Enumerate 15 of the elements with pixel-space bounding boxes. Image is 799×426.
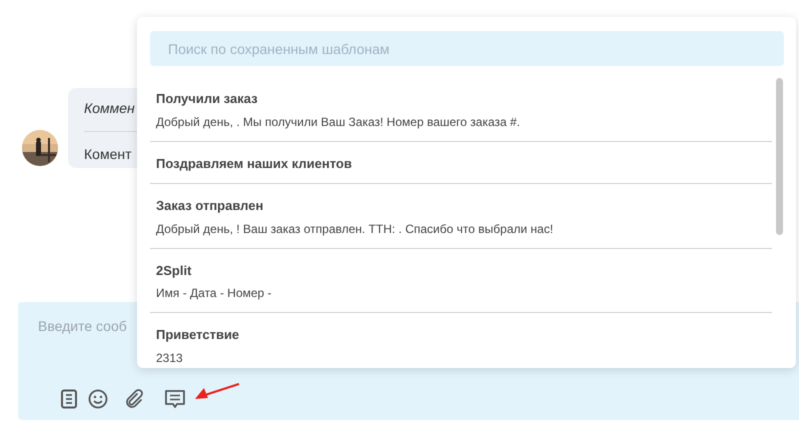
- comment-title: Коммен: [84, 99, 136, 118]
- smiley-icon[interactable]: [88, 388, 108, 408]
- document-icon[interactable]: [60, 388, 78, 408]
- template-item[interactable]: Получили заказ Добрый день, . Мы получили Ваш Заказ! Номер вашего заказа #.: [150, 77, 772, 142]
- comment-text: Комент: [84, 145, 132, 164]
- template-item[interactable]: 2Split Имя - Дата - Номер -: [150, 248, 772, 313]
- arrow-annotation: [194, 382, 240, 400]
- scrollbar[interactable]: [776, 78, 783, 235]
- message-input[interactable]: Введите сооб: [38, 316, 148, 356]
- template-item[interactable]: Поздравляем наших клиентов: [150, 142, 772, 184]
- paperclip-icon[interactable]: [124, 388, 144, 408]
- template-item[interactable]: Приветствие 2313: [150, 313, 772, 365]
- template-item[interactable]: Заказ отправлен Добрый день, ! Ваш заказ отправлен. ТТН: . Спасибо что выбрали нас!: [150, 184, 772, 248]
- chat-templates-icon[interactable]: [164, 388, 186, 410]
- search-field[interactable]: Поиск по сохраненным шаблонам: [150, 31, 784, 66]
